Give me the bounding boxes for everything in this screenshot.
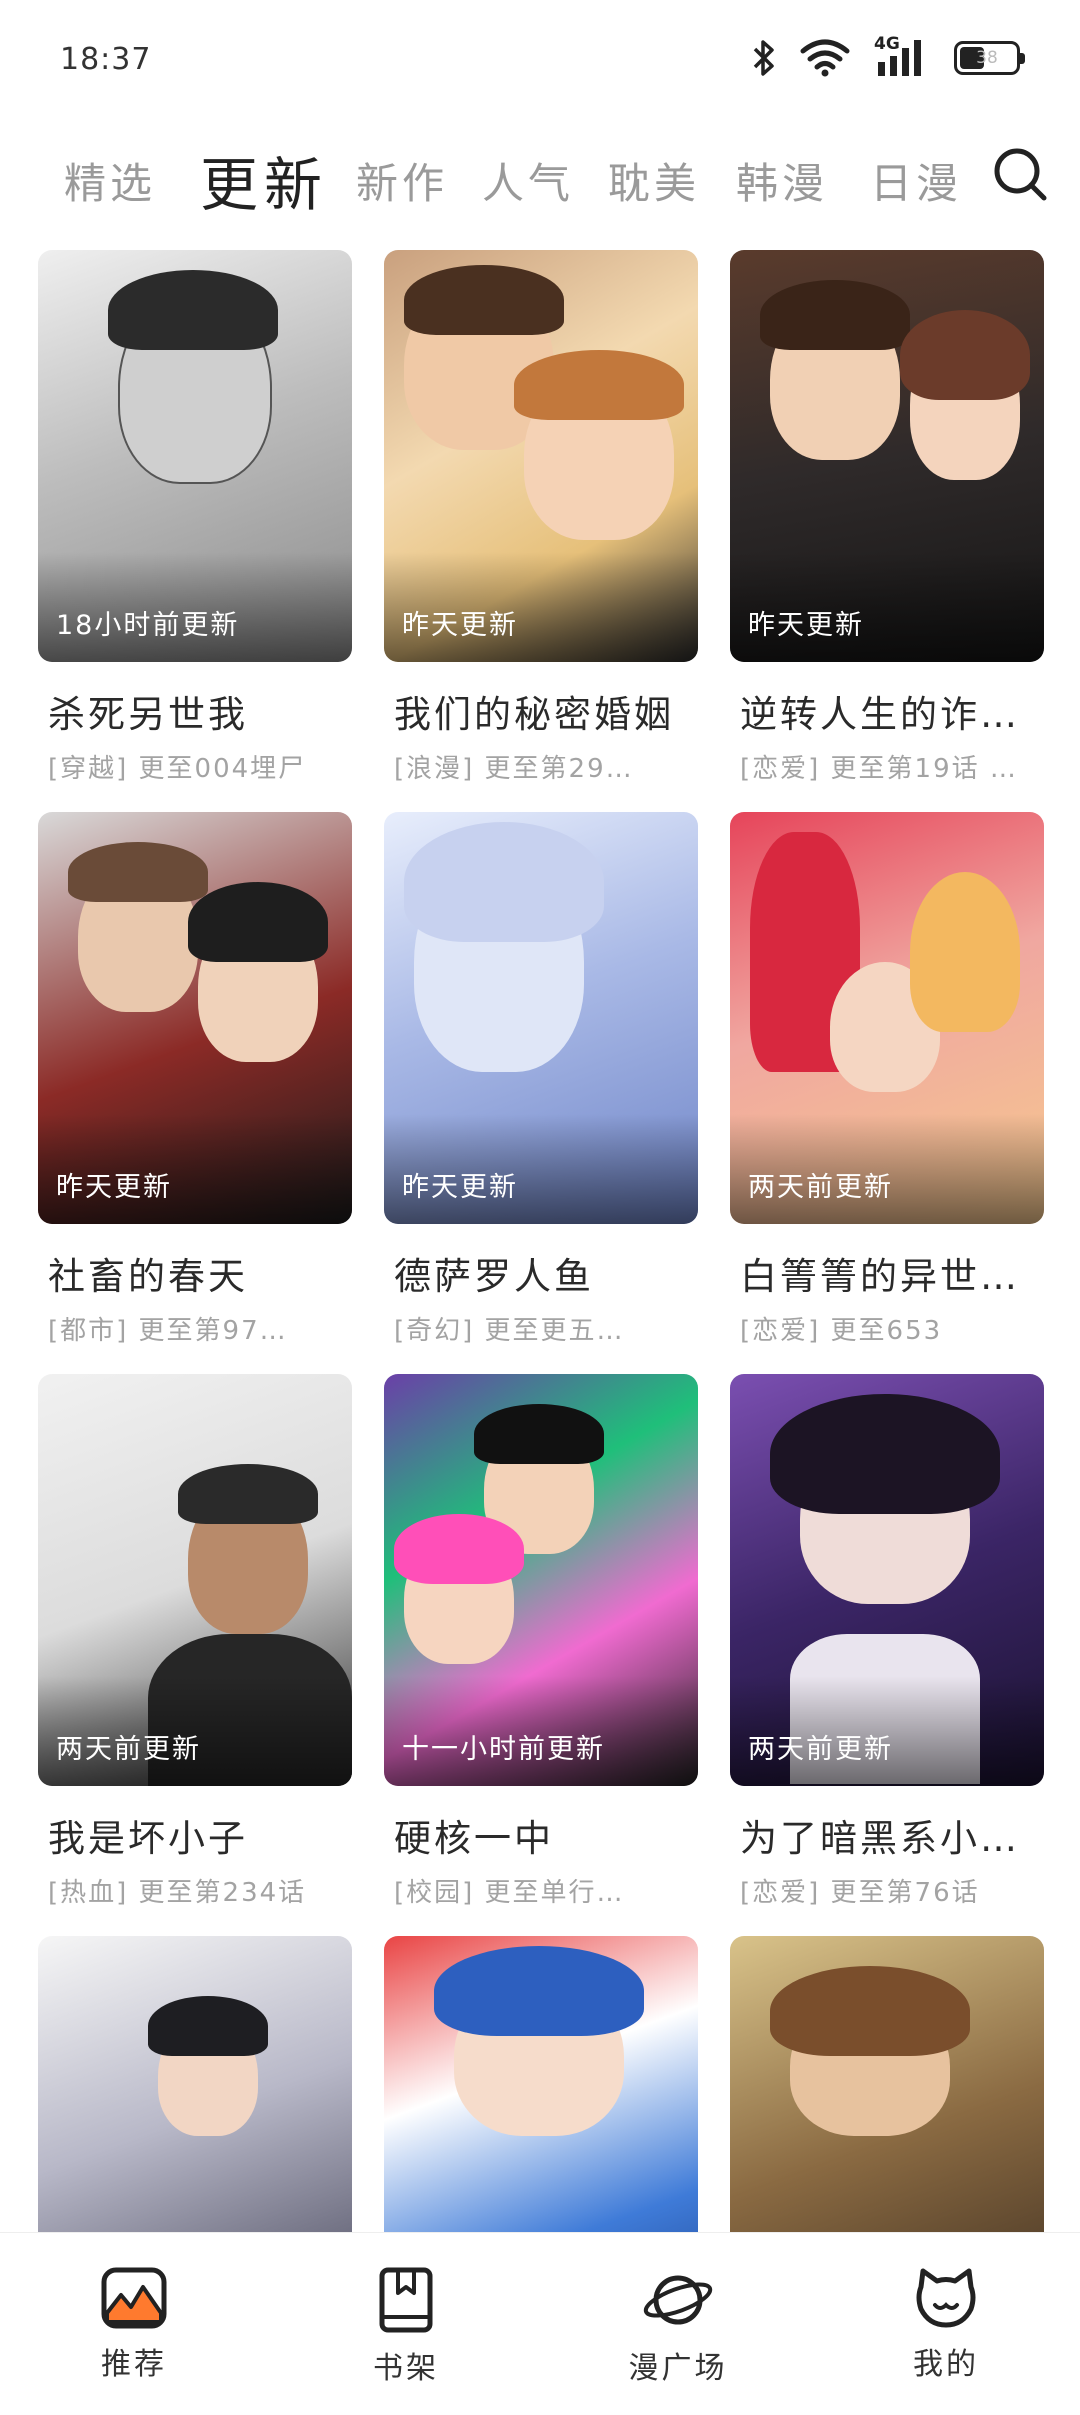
nav-label: 漫广场 (628, 2351, 728, 2386)
comic-card[interactable]: 昨天更新 我们的秘密婚姻 [浪漫] 更至第29… (384, 250, 698, 785)
update-time-label: 昨天更新 (56, 1172, 172, 1203)
comic-cover[interactable]: 18小时前更新 (38, 250, 352, 662)
tab-featured[interactable]: 精选 (64, 150, 156, 211)
comic-cover[interactable]: 昨天更新 (730, 250, 1044, 662)
cat-face-icon (916, 2268, 976, 2328)
tab-korean-manhwa[interactable]: 韩漫 (736, 150, 828, 211)
comic-title[interactable]: 我是坏小子 (48, 1808, 348, 1862)
wifi-icon (800, 39, 850, 77)
comic-card[interactable]: 两天前更新 我是坏小子 [热血] 更至第234话 (38, 1374, 352, 1909)
update-time-label: 十一小时前更新 (402, 1734, 605, 1765)
search-icon[interactable] (990, 144, 1050, 204)
status-bar: 18:37 4G 38 (0, 0, 1080, 120)
comic-cover[interactable]: 两天前更新 (730, 812, 1044, 1224)
tab-bl[interactable]: 耽美 (608, 150, 700, 211)
bluetooth-icon (753, 40, 774, 76)
update-time-label: 昨天更新 (402, 1172, 518, 1203)
comic-card[interactable]: 昨天更新 逆转人生的诈… [恋爱] 更至第19话 … (730, 250, 1044, 785)
comic-cover[interactable]: 昨天更新 (384, 250, 698, 662)
signal-indicator: 4G (874, 34, 930, 78)
comic-subtitle: [热血] 更至第234话 (48, 1878, 307, 1908)
nav-label: 我的 (913, 2347, 979, 2382)
comic-card[interactable]: 两天前更新 白箐箐的异世… [恋爱] 更至653 (730, 812, 1044, 1347)
comic-subtitle: [校园] 更至单行… (394, 1878, 625, 1908)
tab-popular[interactable]: 人气 (482, 150, 574, 211)
comic-title[interactable]: 硬核一中 (394, 1808, 694, 1862)
status-icons: 4G 38 (752, 34, 1025, 78)
comic-subtitle: [都市] 更至第97… (48, 1316, 288, 1346)
comic-subtitle: [穿越] 更至004埋尸 (48, 754, 307, 784)
nav-mine[interactable]: 我的 (866, 2267, 1026, 2383)
comic-subtitle: [恋爱] 更至第76话 (740, 1878, 980, 1908)
planet-icon (643, 2275, 713, 2325)
battery-level: 38 (976, 48, 998, 68)
comic-title[interactable]: 我们的秘密婚姻 (394, 684, 694, 738)
nav-comic-square[interactable]: 漫广场 (598, 2267, 758, 2387)
battery-icon: 38 (954, 41, 1025, 75)
comic-card[interactable]: 十一小时前更新 硬核一中 [校园] 更至单行… (384, 1374, 698, 1909)
comic-subtitle: [浪漫] 更至第29… (394, 754, 634, 784)
comic-subtitle: [奇幻] 更至更五… (394, 1316, 625, 1346)
update-time-label: 两天前更新 (748, 1734, 893, 1765)
category-tabs: 精选 更新 新作 人气 耽美 韩漫 日漫 (0, 130, 1080, 230)
comic-title[interactable]: 白箐箐的异世… (740, 1246, 1040, 1300)
nav-label: 推荐 (101, 2347, 167, 2382)
comic-title[interactable]: 杀死另世我 (48, 684, 348, 738)
comic-title[interactable]: 社畜的春天 (48, 1246, 348, 1300)
comic-card[interactable]: 昨天更新 社畜的春天 [都市] 更至第97… (38, 812, 352, 1347)
comic-card[interactable]: 18小时前更新 杀死另世我 [穿越] 更至004埋尸 (38, 250, 352, 785)
comic-cover[interactable]: 两天前更新 (38, 1374, 352, 1786)
bottom-navigation: 推荐 书架 漫广场 我的 (0, 2232, 1080, 2415)
comic-cover[interactable]: 昨天更新 (384, 812, 698, 1224)
recommend-icon (101, 2267, 167, 2329)
tab-japanese-manga[interactable]: 日漫 (870, 150, 962, 211)
update-time-label: 两天前更新 (56, 1734, 201, 1765)
bookshelf-icon (379, 2267, 433, 2333)
comic-cover[interactable]: 昨天更新 (38, 812, 352, 1224)
status-time: 18:37 (60, 42, 152, 77)
comic-subtitle: [恋爱] 更至653 (740, 1316, 943, 1346)
tab-new-works[interactable]: 新作 (356, 150, 448, 211)
update-time-label: 两天前更新 (748, 1172, 893, 1203)
comic-card[interactable]: 昨天更新 德萨罗人鱼 [奇幻] 更至更五… (384, 812, 698, 1347)
nav-label: 书架 (373, 2351, 439, 2386)
comic-subtitle: [恋爱] 更至第19话 … (740, 754, 1018, 784)
update-time-label: 18小时前更新 (56, 610, 240, 641)
comic-title[interactable]: 逆转人生的诈… (740, 684, 1040, 738)
signal-icon (878, 40, 921, 76)
update-time-label: 昨天更新 (402, 610, 518, 641)
comic-title[interactable]: 为了暗黑系小… (740, 1808, 1040, 1862)
comic-title[interactable]: 德萨罗人鱼 (394, 1246, 694, 1300)
comic-cover[interactable]: 两天前更新 (730, 1374, 1044, 1786)
tab-updates[interactable]: 更新 (200, 138, 328, 222)
update-time-label: 昨天更新 (748, 610, 864, 641)
nav-recommend[interactable]: 推荐 (54, 2267, 214, 2383)
comic-card[interactable]: 两天前更新 为了暗黑系小… [恋爱] 更至第76话 (730, 1374, 1044, 1909)
nav-bookshelf[interactable]: 书架 (326, 2267, 486, 2387)
comic-cover[interactable]: 十一小时前更新 (384, 1374, 698, 1786)
